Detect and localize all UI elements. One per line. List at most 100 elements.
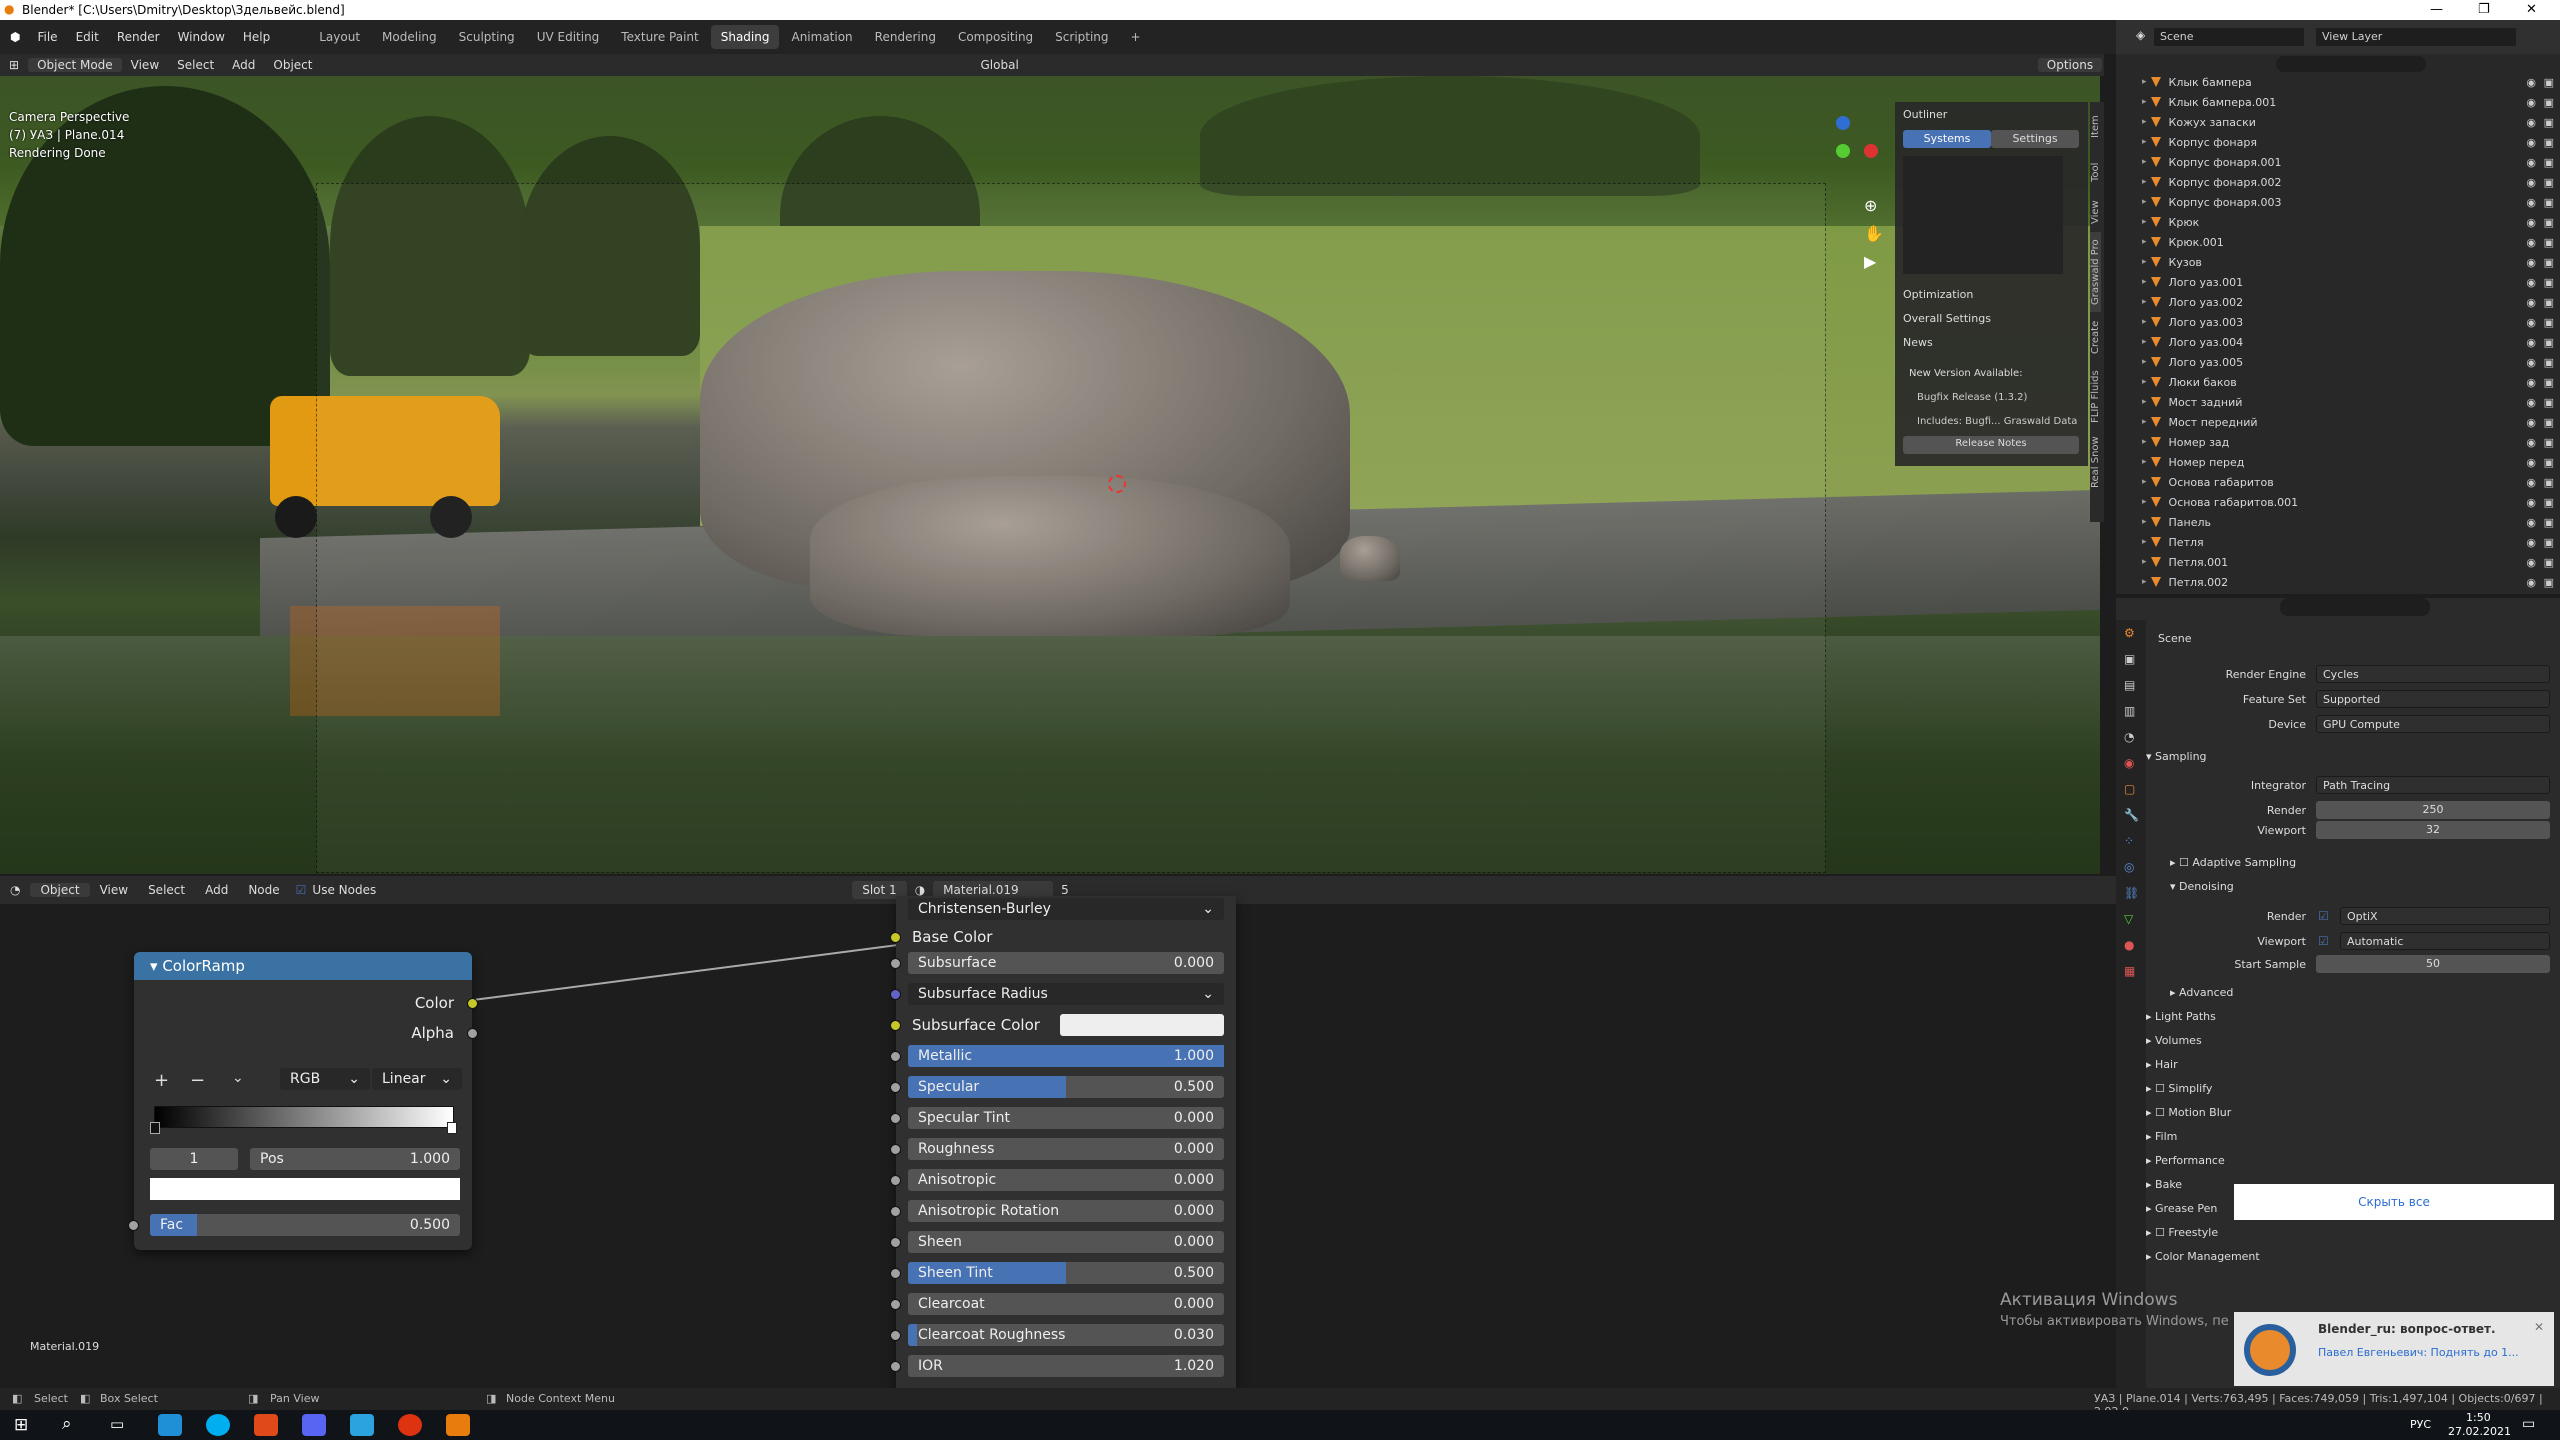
fac-input-socket[interactable] <box>128 1220 139 1231</box>
principled-bsdf-node[interactable]: Christensen-Burley ⌄ Base Color Subsurfac… <box>890 896 1236 1388</box>
expand-icon[interactable]: ▸ <box>2142 397 2147 407</box>
eye-icon[interactable]: ◉ <box>2526 196 2536 209</box>
telegram-notification[interactable]: Blender_ru: вопрос-ответ. Павел Евгеньев… <box>2234 1312 2554 1386</box>
eye-icon[interactable]: ◉ <box>2526 136 2536 149</box>
stop-color-swatch[interactable] <box>150 1178 460 1200</box>
camera-icon[interactable]: ▣ <box>2544 176 2554 189</box>
eye-icon[interactable]: ◉ <box>2526 556 2536 569</box>
expand-icon[interactable]: ▸ <box>2142 137 2147 147</box>
physics-props-icon[interactable]: ◎ <box>2116 854 2146 880</box>
props-panel-header[interactable]: ▸ ☐ Motion Blur <box>2146 1106 2231 1119</box>
release-notes-button[interactable]: Release Notes <box>1903 436 2079 454</box>
input-socket[interactable] <box>890 1299 901 1310</box>
input-socket[interactable] <box>890 1175 901 1186</box>
expand-icon[interactable]: ▸ <box>2142 117 2147 127</box>
outliner-row[interactable]: ▸ Петля.002 ◉ ▣ <box>2116 572 2560 592</box>
interpolation-select[interactable]: Linear ⌄ <box>372 1068 462 1090</box>
tab-scripting[interactable]: Scripting <box>1045 25 1118 49</box>
zoom-icon[interactable]: ⊕ <box>1864 196 1877 215</box>
notification-center-icon[interactable]: ▭ <box>2522 1416 2535 1432</box>
menu-help[interactable]: Help <box>234 30 279 44</box>
telegram-app-icon[interactable] <box>350 1414 374 1436</box>
side-tab-flip-fluids[interactable]: FLIP Fluids <box>2090 362 2101 432</box>
expand-icon[interactable]: ▸ <box>2142 557 2147 567</box>
eye-icon[interactable]: ◉ <box>2526 256 2536 269</box>
bsdf-field[interactable]: Specular Tint 0.000 <box>908 1107 1224 1129</box>
outliner-row[interactable]: ▸ Лого уаз.004 ◉ ▣ <box>2116 332 2560 352</box>
mode-selector[interactable]: Object Mode <box>28 58 122 72</box>
expand-icon[interactable]: ▸ <box>2142 297 2147 307</box>
eye-icon[interactable]: ◉ <box>2526 576 2536 589</box>
props-panel-header[interactable]: ▸ Grease Pen <box>2146 1202 2217 1215</box>
camera-icon[interactable]: ▣ <box>2544 76 2554 89</box>
tab-texture-paint[interactable]: Texture Paint <box>611 25 708 49</box>
bsdf-field[interactable]: Metallic 1.000 <box>908 1045 1224 1067</box>
tab-settings[interactable]: Settings <box>1991 130 2079 148</box>
color-mode-select[interactable]: RGB ⌄ <box>280 1068 370 1090</box>
eye-icon[interactable]: ◉ <box>2526 176 2536 189</box>
camera-icon[interactable]: ▣ <box>2544 316 2554 329</box>
clock-date[interactable]: 27.02.2021 <box>2448 1425 2511 1438</box>
ramp-stop-black[interactable] <box>150 1122 160 1134</box>
input-socket[interactable] <box>890 1051 901 1062</box>
expand-icon[interactable]: ▸ <box>2142 477 2147 487</box>
tool-props-icon[interactable]: ⚙ <box>2116 620 2146 646</box>
blender-menu-icon[interactable]: ⬢ <box>0 30 28 44</box>
camera-icon[interactable]: ▣ <box>2544 336 2554 349</box>
camera-icon[interactable]: ▣ <box>2544 136 2554 149</box>
side-tab-real-snow[interactable]: Real Snow <box>2090 432 2101 492</box>
editor-type-icon[interactable]: ⊞ <box>0 58 28 72</box>
eye-icon[interactable]: ◉ <box>2526 356 2536 369</box>
outliner-row[interactable]: ▸ Номер перед ◉ ▣ <box>2116 452 2560 472</box>
outliner-row[interactable]: ▸ Люки баков ◉ ▣ <box>2116 372 2560 392</box>
props-panel-header[interactable]: ▸ Volumes <box>2146 1034 2202 1047</box>
expand-icon[interactable]: ▸ <box>2142 437 2147 447</box>
pan-hand-icon[interactable]: ✋ <box>1864 224 1884 243</box>
outliner-row[interactable]: ▸ Крюк ◉ ▣ <box>2116 212 2560 232</box>
side-tab-view[interactable]: View <box>2090 192 2101 232</box>
camera-icon[interactable]: ▣ <box>2544 256 2554 269</box>
properties-search-input[interactable] <box>2280 598 2430 616</box>
z-axis-icon[interactable] <box>1836 116 1850 130</box>
outliner-row[interactable]: ▸ Клык бампера.001 ◉ ▣ <box>2116 92 2560 112</box>
camera-icon[interactable]: ▣ <box>2544 116 2554 129</box>
expand-icon[interactable]: ▸ <box>2142 537 2147 547</box>
navigation-gizmo[interactable] <box>1808 116 1878 186</box>
render-engine-select[interactable]: Cycles <box>2316 665 2550 683</box>
camera-icon[interactable]: ▣ <box>2544 556 2554 569</box>
menu-object[interactable]: Object <box>264 58 321 72</box>
expand-icon[interactable]: ▸ <box>2142 197 2147 207</box>
eye-icon[interactable]: ◉ <box>2526 416 2536 429</box>
expand-icon[interactable]: ▸ <box>2142 77 2147 87</box>
tab-uv-editing[interactable]: UV Editing <box>527 25 610 49</box>
expand-icon[interactable]: ▸ <box>2142 577 2147 587</box>
gradient-ramp[interactable] <box>154 1106 454 1128</box>
expand-icon[interactable]: ▸ <box>2142 177 2147 187</box>
search-icon[interactable]: ⌕ <box>62 1414 72 1434</box>
remove-stop-icon[interactable]: − <box>190 1070 205 1091</box>
tab-rendering[interactable]: Rendering <box>865 25 946 49</box>
news-item[interactable]: Includes: Bugfi... Graswald Data <box>1917 416 2077 427</box>
camera-view-icon[interactable]: ▶ <box>1864 252 1876 271</box>
eye-icon[interactable]: ◉ <box>2526 96 2536 109</box>
outliner-row[interactable]: ▸ Номер зад ◉ ▣ <box>2116 432 2560 452</box>
stop-index-field[interactable]: 1 <box>150 1148 238 1170</box>
input-socket[interactable] <box>890 1268 901 1279</box>
sampling-panel-header[interactable]: ▾ Sampling <box>2146 750 2207 763</box>
discord-app-icon[interactable] <box>302 1414 326 1436</box>
section-overall-settings[interactable]: Overall Settings <box>1903 312 1991 325</box>
input-socket[interactable] <box>890 1237 901 1248</box>
outliner-row[interactable]: ▸ Основа габаритов ◉ ▣ <box>2116 472 2560 492</box>
3d-viewport[interactable]: Camera Perspective (7) УАЗ | Plane.014 R… <box>0 76 2100 874</box>
props-panel-header[interactable]: ▸ Light Paths <box>2146 1010 2216 1023</box>
expand-icon[interactable]: ▸ <box>2142 417 2147 427</box>
expand-icon[interactable]: ▸ <box>2142 157 2147 167</box>
options-button[interactable]: Options <box>2037 58 2103 72</box>
expand-icon[interactable]: ▸ <box>2142 357 2147 367</box>
eye-icon[interactable]: ◉ <box>2526 516 2536 529</box>
bsdf-field[interactable]: Anisotropic 0.000 <box>908 1169 1224 1191</box>
outliner-row[interactable]: ▸ Петля ◉ ▣ <box>2116 532 2560 552</box>
colorramp-node[interactable]: ▾ ColorRamp Color Alpha + − ⌄ RGB ⌄ Linea… <box>128 952 478 1250</box>
tab-animation[interactable]: Animation <box>781 25 862 49</box>
menu-view[interactable]: View <box>122 58 168 72</box>
